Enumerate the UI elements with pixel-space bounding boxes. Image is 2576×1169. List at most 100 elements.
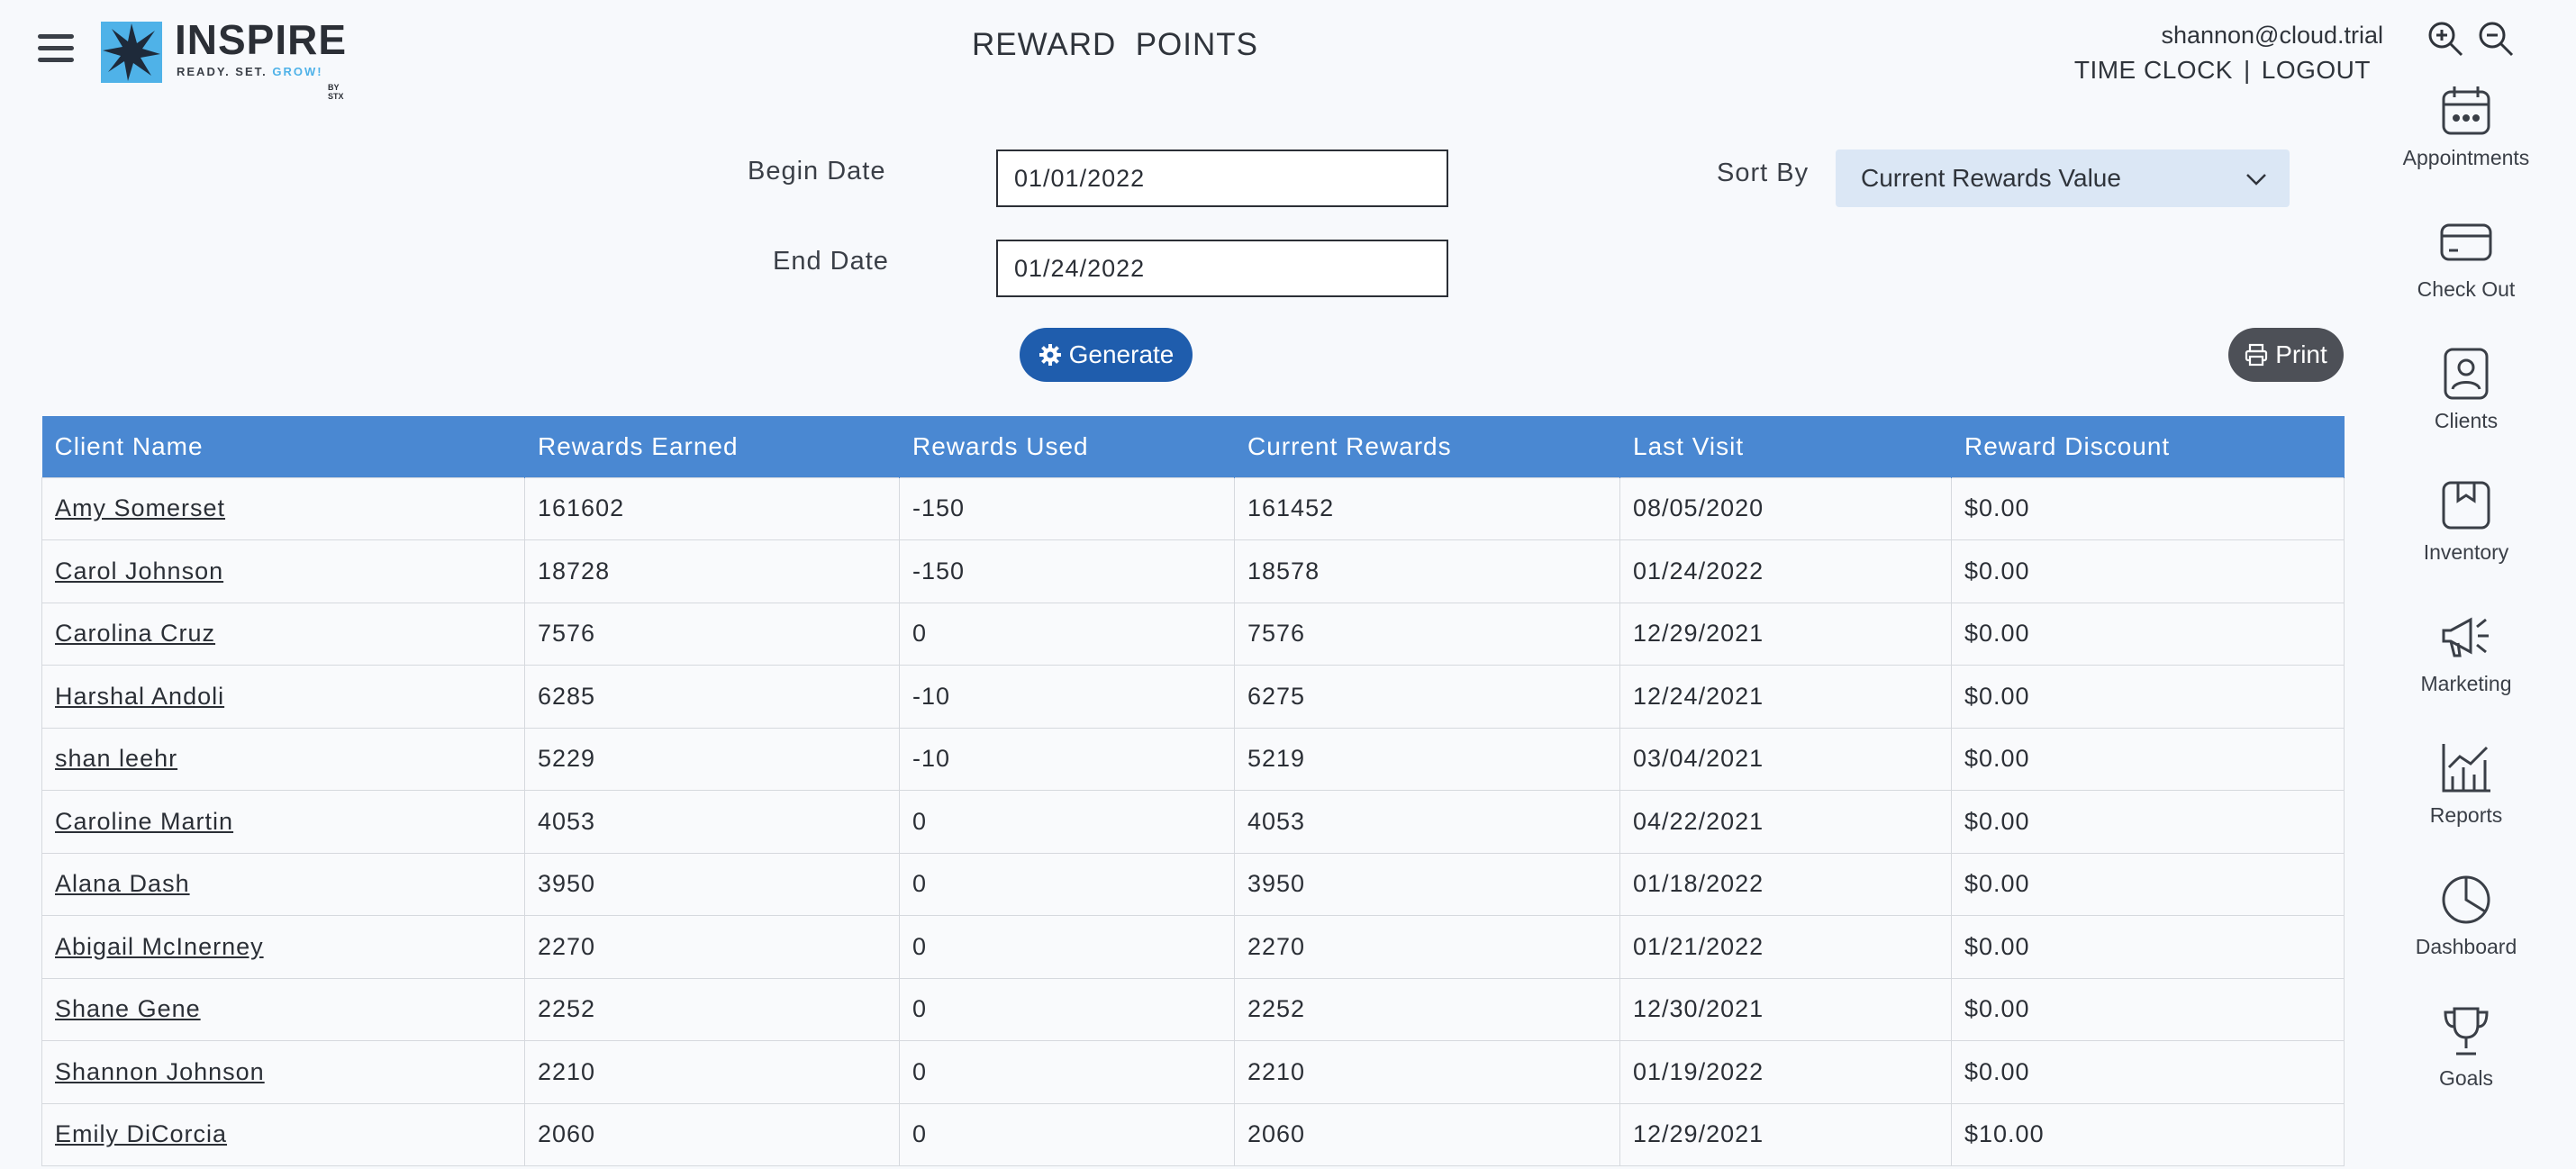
- table-cell: 2270: [1234, 915, 1620, 979]
- client-card-icon: [2444, 348, 2489, 400]
- client-name-link[interactable]: Caroline Martin: [55, 808, 233, 835]
- sidebar-item-check-out[interactable]: Check Out: [2378, 214, 2554, 322]
- client-name-cell: Carol Johnson: [41, 539, 525, 603]
- chart-icon: [2442, 744, 2490, 793]
- sidebar-label: Inventory: [2423, 540, 2509, 564]
- zoom-in-icon[interactable]: [2426, 20, 2464, 58]
- generate-button[interactable]: Generate: [1020, 328, 1193, 382]
- client-name-cell: Alana Dash: [41, 852, 525, 916]
- table-cell: $0.00: [1951, 915, 2345, 979]
- reward-points-page: INSPIRE READY. SET. GROW! BY STX REWARD …: [0, 0, 2576, 1169]
- table-row: Emily DiCorcia 2060 0 2060 12/29/2021 $10.00: [41, 1102, 2345, 1166]
- client-name-link[interactable]: shan leehr: [55, 745, 177, 772]
- table-cell: 2060: [524, 1102, 900, 1166]
- table-row: shan leehr 5229 -10 5219 03/04/2021 $0.00: [41, 727, 2345, 791]
- client-name-cell: Shane Gene: [41, 977, 525, 1041]
- logo-by-stx: BY STX: [328, 83, 344, 101]
- column-header[interactable]: Client Name: [41, 416, 525, 477]
- client-name-link[interactable]: Alana Dash: [55, 870, 190, 897]
- sort-by-label: Sort By: [1717, 159, 1810, 187]
- table-cell: 03/04/2021: [1619, 727, 1952, 791]
- print-button[interactable]: Print: [2228, 328, 2344, 382]
- table-row: Carol Johnson 18728 -150 18578 01/24/2022 $0.…: [41, 539, 2345, 603]
- pie-chart-icon: [2442, 875, 2490, 924]
- table-cell: $10.00: [1951, 1102, 2345, 1166]
- column-header[interactable]: Last Visit: [1619, 416, 1952, 477]
- column-header[interactable]: Current Rewards: [1234, 416, 1620, 477]
- table-cell: 6275: [1234, 665, 1620, 729]
- table-cell: 2252: [1234, 977, 1620, 1041]
- table-cell: 12/30/2021: [1619, 977, 1952, 1041]
- table-cell: 2270: [524, 915, 900, 979]
- box-icon: [2442, 481, 2490, 530]
- zoom-out-icon[interactable]: [2477, 20, 2515, 58]
- table-row: Amy Somerset 161602 -150 161452 08/05/2020 $0…: [41, 476, 2345, 540]
- table-body: Amy Somerset 161602 -150 161452 08/05/2020 $0…: [41, 476, 2345, 1166]
- time-clock-link[interactable]: TIME CLOCK: [2074, 56, 2233, 84]
- table-cell: 08/05/2020: [1619, 476, 1952, 540]
- table-cell: 6285: [524, 665, 900, 729]
- table-cell: $0.00: [1951, 602, 2345, 666]
- table-cell: -150: [899, 539, 1235, 603]
- sidebar-item-dashboard[interactable]: Dashboard: [2378, 872, 2554, 980]
- table-cell: 0: [899, 602, 1235, 666]
- gear-icon: [1039, 344, 1061, 366]
- sidebar-item-reports[interactable]: Reports: [2378, 740, 2554, 848]
- table-row: Abigail McInerney 2270 0 2270 01/21/2022 $0.0…: [41, 915, 2345, 979]
- user-email: shannon@cloud.trial: [2161, 22, 2383, 49]
- client-name-cell: Emily DiCorcia: [41, 1102, 525, 1166]
- sidebar-label: Check Out: [2417, 277, 2516, 301]
- table-cell: 18578: [1234, 539, 1620, 603]
- sidebar-label: Goals: [2438, 1066, 2494, 1090]
- table-cell: 01/18/2022: [1619, 852, 1952, 916]
- link-separator: |: [2243, 56, 2251, 84]
- table-cell: $0.00: [1951, 539, 2345, 603]
- sidebar-item-inventory[interactable]: Inventory: [2378, 477, 2554, 585]
- client-name-link[interactable]: Carol Johnson: [55, 557, 223, 584]
- sidebar-item-goals[interactable]: Goals: [2378, 1003, 2554, 1111]
- client-name-link[interactable]: Shane Gene: [55, 995, 201, 1022]
- table-cell: 3950: [524, 852, 900, 916]
- sort-by-select[interactable]: Current Rewards Value: [1836, 150, 2290, 207]
- client-name-cell: Carolina Cruz: [41, 602, 525, 666]
- table-cell: 5229: [524, 727, 900, 791]
- table-cell: 5219: [1234, 727, 1620, 791]
- sidebar-label: Appointments: [2402, 146, 2530, 169]
- client-name-link[interactable]: Carolina Cruz: [55, 620, 215, 647]
- sidebar-item-marketing[interactable]: Marketing: [2378, 609, 2554, 717]
- table-row: Carolina Cruz 7576 0 7576 12/29/2021 $0.00: [41, 602, 2345, 666]
- column-header[interactable]: Rewards Used: [899, 416, 1235, 477]
- logout-link[interactable]: LOGOUT: [2262, 56, 2371, 84]
- table-cell: 161452: [1234, 476, 1620, 540]
- sort-by-value: Current Rewards Value: [1861, 164, 2121, 192]
- table-cell: -150: [899, 476, 1235, 540]
- client-name-cell: Abigail McInerney: [41, 915, 525, 979]
- table-cell: 12/24/2021: [1619, 665, 1952, 729]
- begin-date-input[interactable]: [996, 150, 1448, 207]
- table-row: Shane Gene 2252 0 2252 12/30/2021 $0.00: [41, 977, 2345, 1041]
- table-cell: 0: [899, 1040, 1235, 1104]
- table-cell: $0.00: [1951, 852, 2345, 916]
- client-name-link[interactable]: Emily DiCorcia: [55, 1120, 227, 1147]
- table-row: Shannon Johnson 2210 0 2210 01/19/2022 $0.00: [41, 1040, 2345, 1104]
- printer-icon: [2245, 343, 2268, 367]
- sidebar-item-clients[interactable]: Clients: [2378, 346, 2554, 454]
- client-name-link[interactable]: Abigail McInerney: [55, 933, 264, 960]
- table-cell: 0: [899, 790, 1235, 854]
- table-cell: -10: [899, 727, 1235, 791]
- sidebar-item-appointments[interactable]: Appointments: [2378, 83, 2554, 191]
- table-row: Caroline Martin 4053 0 4053 04/22/2021 $0.00: [41, 790, 2345, 854]
- megaphone-icon: [2442, 617, 2489, 657]
- column-header[interactable]: Rewards Earned: [524, 416, 900, 477]
- client-name-link[interactable]: Amy Somerset: [55, 494, 225, 521]
- end-date-input[interactable]: [996, 240, 1448, 297]
- end-date-label: End Date: [773, 247, 889, 276]
- client-name-link[interactable]: Shannon Johnson: [55, 1058, 265, 1085]
- chevron-down-icon: [2246, 174, 2266, 186]
- column-header[interactable]: Reward Discount: [1951, 416, 2345, 477]
- user-links: TIME CLOCK | LOGOUT: [2074, 56, 2371, 85]
- table-cell: $0.00: [1951, 1040, 2345, 1104]
- table-cell: 0: [899, 852, 1235, 916]
- client-name-link[interactable]: Harshal Andoli: [55, 683, 224, 710]
- table-cell: 4053: [1234, 790, 1620, 854]
